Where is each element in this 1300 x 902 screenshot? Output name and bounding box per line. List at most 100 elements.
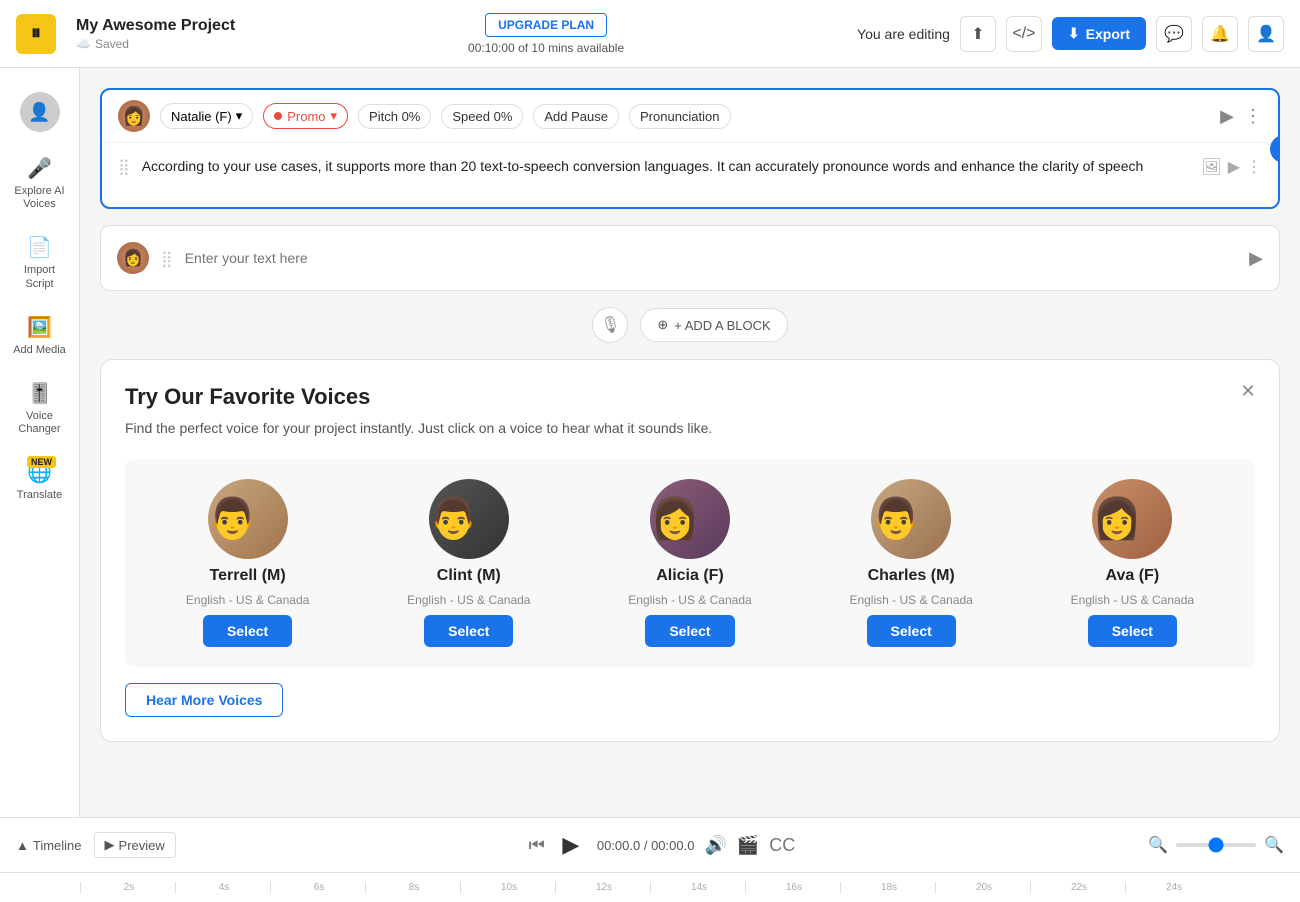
volume-button[interactable]: 🔊: [704, 835, 726, 856]
editing-label: You are editing: [857, 26, 950, 42]
promo-dropdown[interactable]: Promo ▾: [263, 103, 348, 129]
video-button[interactable]: 🎬: [737, 835, 759, 856]
cloud-icon: ☁️: [76, 37, 91, 51]
chevron-down-icon-promo: ▾: [331, 108, 338, 124]
saved-badge: ☁️ Saved: [76, 37, 235, 51]
logo: ⏸: [16, 14, 56, 54]
topbar-right: You are editing ⬆ </> ⬇ Export 💬 🔔 👤: [857, 16, 1284, 52]
sidebar-item-media[interactable]: 🖼️ Add Media: [5, 307, 75, 365]
import-icon: 📄: [27, 235, 52, 260]
ruler-mark-11: 24s: [1125, 882, 1220, 893]
voice-lang-alicia: English - US & Canada: [628, 593, 751, 607]
voice-block-active: 👩 Natalie (F) ▾ Promo ▾ Pitch 0% S: [100, 88, 1280, 209]
mic-icon: 🎙: [600, 315, 620, 335]
sidebar-item-translate[interactable]: 🌐 NEW Translate: [5, 452, 75, 510]
chat-button[interactable]: 💬: [1156, 16, 1192, 52]
sidebar: 👤 🎤 Explore AI Voices 📄 Import Script 🖼️…: [0, 68, 80, 817]
empty-play-button[interactable]: ▶: [1249, 248, 1263, 269]
user-icon: 👤: [1256, 24, 1276, 44]
empty-block: 👩 ⣿ ▶: [100, 225, 1280, 291]
select-button-charles[interactable]: Select: [867, 615, 956, 647]
close-panel-button[interactable]: ✕: [1233, 376, 1263, 406]
voice-card-charles: 👨 Charles (M) English - US & Canada Sele…: [831, 479, 991, 647]
ruler-mark-4: 10s: [460, 882, 555, 893]
hear-more-button[interactable]: Hear More Voices: [125, 683, 283, 717]
topbar-left: My Awesome Project ☁️ Saved: [76, 17, 235, 51]
select-button-ava[interactable]: Select: [1088, 615, 1177, 647]
ruler-mark-3: 8s: [365, 882, 460, 893]
export-button[interactable]: ⬇ Export: [1052, 17, 1146, 50]
ruler-mark-7: 16s: [745, 882, 840, 893]
add-block-area: 🎙 ⊕ + ADD A BLOCK: [100, 307, 1280, 343]
playback-controls: ⏮ ▶ 00:00.0 / 00:00.0 🔊 🎬 CC: [529, 829, 796, 861]
user-menu-button[interactable]: 👤: [1248, 16, 1284, 52]
translate-icon-wrap: 🌐 NEW: [27, 460, 52, 485]
ruler-mark-8: 18s: [840, 882, 935, 893]
voice-name-ava: Ava (F): [1106, 567, 1160, 585]
current-time: 00:00.0 / 00:00.0: [597, 838, 695, 853]
ruler-mark-1: 4s: [175, 882, 270, 893]
play-pause-button[interactable]: ▶: [555, 829, 587, 861]
upgrade-button[interactable]: UPGRADE PLAN: [485, 13, 607, 37]
sidebar-item-voice-changer[interactable]: 🎚️ Voice Changer: [5, 373, 75, 444]
skip-back-button[interactable]: ⏮: [529, 835, 545, 856]
chat-icon: 💬: [1164, 24, 1184, 44]
voice-avatar-terrell: 👨: [208, 479, 288, 559]
play-icon: ▶: [562, 832, 579, 858]
empty-drag-handle[interactable]: ⣿: [161, 247, 173, 269]
pronunciation-button[interactable]: Pronunciation: [629, 104, 731, 129]
more-action-icon[interactable]: ⋮: [1246, 157, 1262, 177]
volume-icon: 🔊: [704, 835, 726, 855]
select-button-alicia[interactable]: Select: [645, 615, 734, 647]
empty-block-avatar: 👩: [117, 242, 149, 274]
play-button-header[interactable]: ▶: [1220, 106, 1234, 127]
block-actions: 🖼 ▶ ⋮: [1201, 155, 1262, 177]
new-badge: NEW: [27, 456, 56, 468]
close-icon: ✕: [1240, 381, 1255, 402]
captions-button[interactable]: CC: [769, 835, 795, 856]
empty-text-input[interactable]: [185, 250, 1237, 266]
microphone-icon: 🎤: [27, 156, 52, 181]
content-area: 👩 Natalie (F) ▾ Promo ▾ Pitch 0% S: [80, 68, 1300, 817]
voice-lang-charles: English - US & Canada: [849, 593, 972, 607]
voice-name-clint: Clint (M): [437, 567, 501, 585]
voice-name-dropdown[interactable]: Natalie (F) ▾: [160, 103, 253, 129]
share-button[interactable]: ⬆: [960, 16, 996, 52]
ruler-mark-5: 12s: [555, 882, 650, 893]
more-options-header[interactable]: ⋮: [1244, 106, 1262, 127]
voice-avatar-natalie: 👩: [118, 100, 150, 132]
topbar: ⏸ My Awesome Project ☁️ Saved UPGRADE PL…: [0, 0, 1300, 68]
image-action-icon[interactable]: 🖼: [1201, 157, 1221, 177]
plus-icon: ⊕: [657, 317, 668, 333]
chevron-up-icon: ▲: [16, 838, 29, 853]
zoom-out-icon[interactable]: 🔍: [1264, 835, 1284, 855]
timeline-bar: ▲ Timeline ▶ Preview ⏮ ▶ 00:00.0 / 00:00…: [0, 817, 1300, 872]
add-block-button[interactable]: ⊕ + ADD A BLOCK: [640, 308, 787, 342]
project-title: My Awesome Project: [76, 17, 235, 35]
pitch-button[interactable]: Pitch 0%: [358, 104, 431, 129]
notifications-button[interactable]: 🔔: [1202, 16, 1238, 52]
preview-button[interactable]: ▶ Preview: [94, 832, 176, 858]
voice-avatar-clint: 👨: [429, 479, 509, 559]
sidebar-item-explore[interactable]: 👤: [5, 84, 75, 140]
zoom-slider[interactable]: [1176, 843, 1256, 847]
search-icon[interactable]: 🔍: [1148, 835, 1168, 855]
select-button-terrell[interactable]: Select: [203, 615, 292, 647]
add-pause-button[interactable]: Add Pause: [533, 104, 619, 129]
chevron-down-icon: ▾: [236, 108, 243, 124]
text-editor[interactable]: According to your use cases, it supports…: [142, 155, 1190, 195]
select-button-clint[interactable]: Select: [424, 615, 513, 647]
ruler-mark-6: 14s: [650, 882, 745, 893]
play-action-icon[interactable]: ▶: [1228, 157, 1240, 177]
mic-button[interactable]: 🎙: [592, 307, 628, 343]
ruler-mark-10: 22s: [1030, 882, 1125, 893]
voice-avatar-ava: 👩: [1092, 479, 1172, 559]
timeline-toggle[interactable]: ▲ Timeline: [16, 838, 82, 853]
drag-handle[interactable]: ⣿: [118, 155, 130, 177]
share-icon: ⬆: [971, 24, 984, 44]
media-icon: 🖼️: [27, 315, 52, 340]
speed-button[interactable]: Speed 0%: [441, 104, 523, 129]
sidebar-item-import[interactable]: 📄 Import Script: [5, 227, 75, 298]
sidebar-item-explore-ai[interactable]: 🎤 Explore AI Voices: [5, 148, 75, 219]
code-button[interactable]: </>: [1006, 16, 1042, 52]
